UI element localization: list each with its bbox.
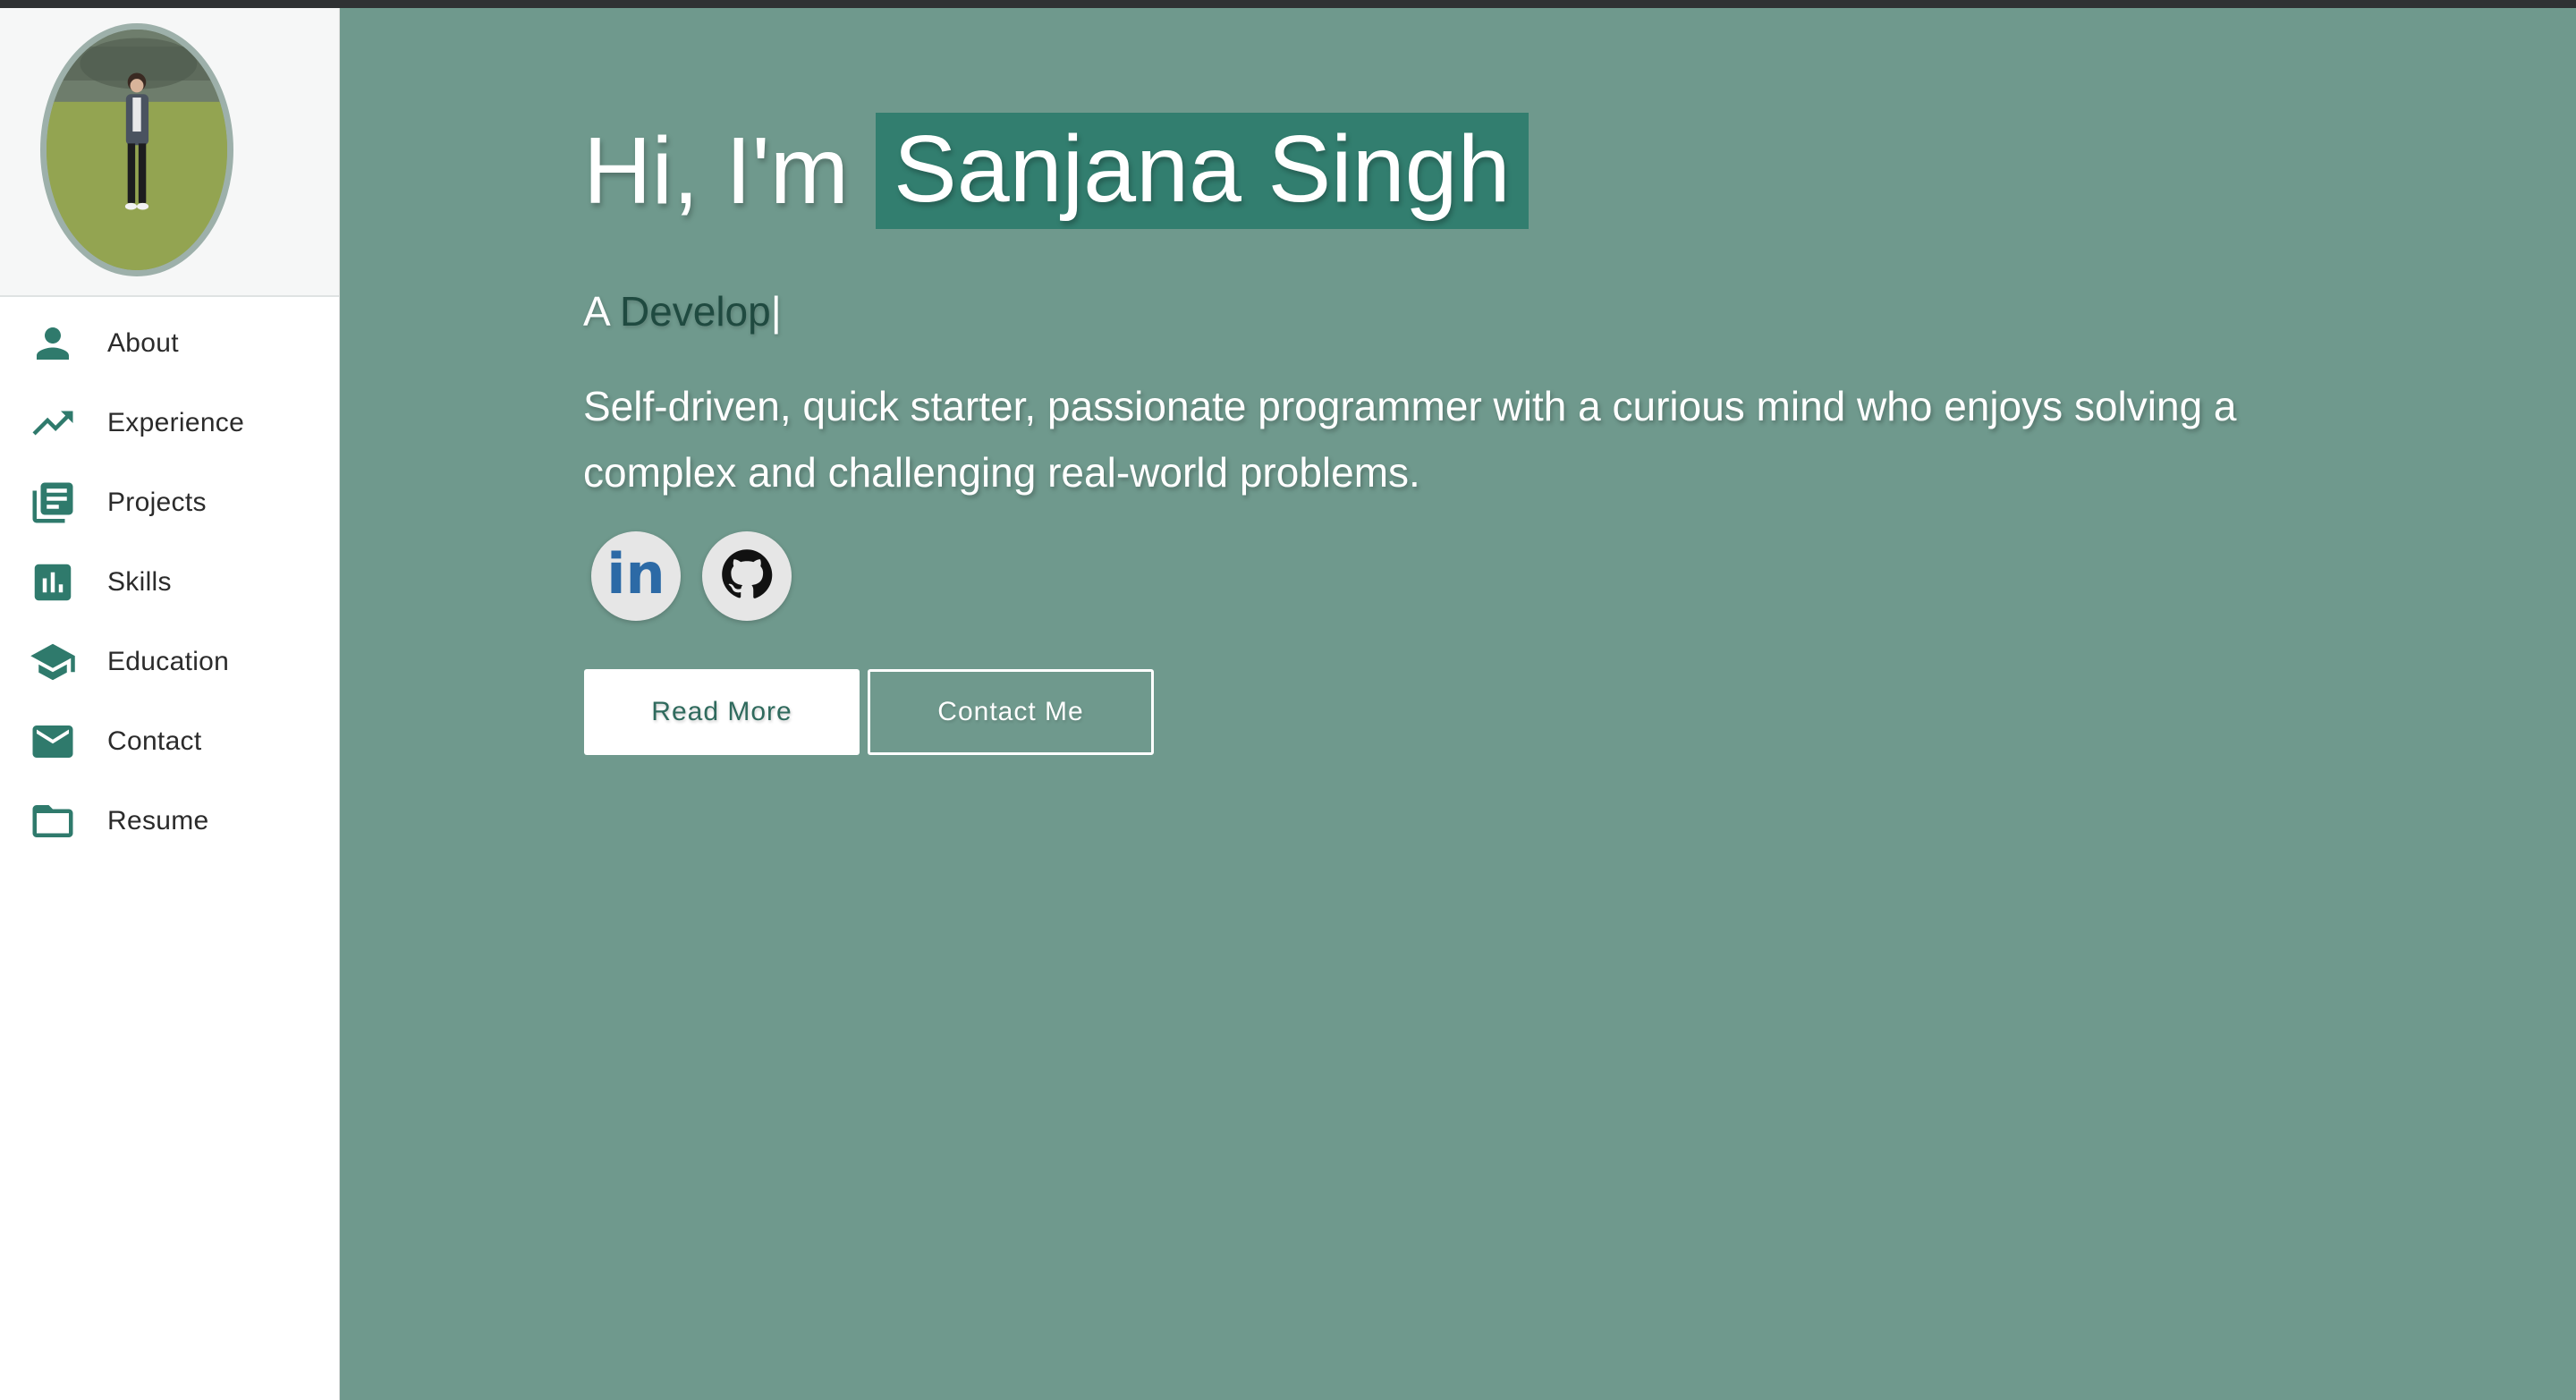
avatar [40,23,233,276]
hero-summary: Self-driven, quick starter, passionate p… [583,383,2237,496]
hero-greeting: Hi, I'm [583,118,849,224]
sidebar-item-label: Contact [107,726,202,756]
hero-name: Sanjana Singh [876,113,1529,229]
sidebar-item-label: Skills [107,567,172,597]
tagline-typed-text: Develop [619,288,771,335]
trending-up-icon [29,399,77,447]
sidebar-item-skills[interactable]: Skills [0,547,338,618]
library-books-icon [29,479,77,527]
hero-heading: Hi, I'm Sanjana Singh [583,113,1529,229]
sidebar-item-experience[interactable]: Experience [0,387,338,459]
sidebar-item-resume[interactable]: Resume [0,785,338,857]
github-icon [721,548,773,605]
linkedin-icon: in [606,541,665,607]
graduation-cap-icon [29,638,77,686]
contact-me-button[interactable]: Contact Me [868,669,1154,755]
sidebar-item-label: About [107,328,179,358]
person-icon [29,319,77,368]
typing-cursor: | [770,288,782,335]
tagline-prefix: A [583,288,620,335]
sidebar: About Experience Projects Skills Educati… [0,8,340,1400]
sidebar-item-contact[interactable]: Contact [0,706,338,777]
sidebar-item-label: Projects [107,488,207,517]
github-link[interactable] [702,531,792,621]
linkedin-link[interactable]: in [591,531,681,621]
profile-photo [47,30,227,270]
hero-tagline: A Develop| [583,287,782,335]
profile-header [0,8,339,297]
folder-icon [29,797,77,845]
hero-section: Hi, I'm Sanjana Singh A Develop| Self-dri… [340,8,2576,1400]
top-bar [0,0,2576,8]
sidebar-item-education[interactable]: Education [0,626,338,698]
sidebar-item-label: Experience [107,408,245,437]
sidebar-item-label: Resume [107,806,209,836]
email-icon [29,717,77,766]
sidebar-item-projects[interactable]: Projects [0,467,338,539]
sidebar-item-about[interactable]: About [0,308,338,379]
bar-chart-icon [29,558,77,607]
read-more-button[interactable]: Read More [584,669,860,755]
sidebar-item-label: Education [107,647,230,676]
